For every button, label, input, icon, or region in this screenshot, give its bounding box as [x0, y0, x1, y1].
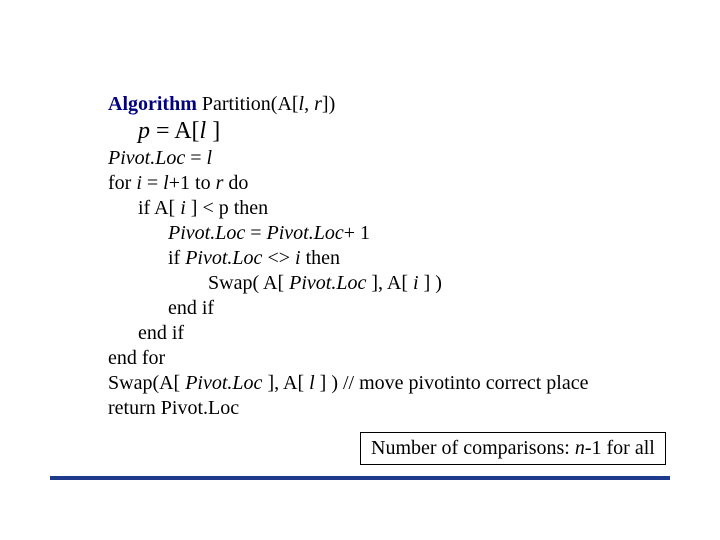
if2-then: then	[301, 247, 340, 269]
note-prefix: Number of comparisons:	[371, 437, 575, 459]
inc-lhs: Pivot.Loc	[168, 222, 245, 244]
if2-kw: if	[168, 247, 185, 269]
title-sep: ,	[304, 93, 314, 115]
return-val: Pivot.Loc	[161, 397, 239, 419]
p-var: p	[138, 118, 150, 144]
swap2-close: ] ) // move pivot	[315, 372, 450, 394]
swap1-mid: ], A[	[366, 272, 413, 294]
note-n: n	[575, 437, 585, 459]
return-kw: return	[108, 397, 161, 419]
pivotloc-lhs: Pivot.Loc	[108, 147, 185, 169]
comparison-note: Number of comparisons: n-1 for all	[360, 432, 666, 465]
swap2-mid: ], A[	[262, 372, 309, 394]
p-eq: = A[	[150, 118, 200, 144]
for-kw: for	[108, 172, 136, 194]
algorithm-block: Algorithm Partition(A[l, r]) p = A[l ] P…	[108, 92, 668, 421]
endfor: end for	[108, 346, 668, 371]
inc-rhs: Pivot.Loc	[267, 222, 344, 244]
inc-plus: + 1	[344, 222, 370, 244]
p-close: ]	[206, 118, 220, 144]
swap1-a: Pivot.Loc	[289, 272, 366, 294]
if-line-2: if Pivot.Loc <> i then	[168, 246, 668, 271]
if1-rest: ] < p then	[186, 197, 268, 219]
assign-pivotloc: Pivot.Loc = l	[108, 146, 668, 171]
slide: Algorithm Partition(A[l, r]) p = A[l ] P…	[0, 0, 720, 540]
title-var-r: r	[314, 93, 322, 115]
swap-final: Swap(A[ Pivot.Loc ], A[ l ] ) // move pi…	[108, 371, 668, 396]
title-open: Partition(A[	[197, 93, 299, 115]
if1-kw: if A[	[138, 197, 180, 219]
note-suffix: -1 for all	[585, 437, 655, 459]
endif-inner: end if	[168, 296, 668, 321]
endif-outer: end if	[138, 321, 668, 346]
swap1-close: ] )	[419, 272, 442, 294]
pivotloc-rhs: l	[207, 147, 213, 169]
for-plus1: +1 to	[169, 172, 216, 194]
for-eq: =	[142, 172, 163, 194]
assign-p: p = A[l ]	[138, 117, 668, 146]
algo-title: Algorithm Partition(A[l, r])	[108, 92, 668, 117]
swap-inner: Swap( A[ Pivot.Loc ], A[ i ] )	[208, 271, 668, 296]
inc-eq: =	[245, 222, 266, 244]
if2-lhs: Pivot.Loc	[185, 247, 262, 269]
swap2-tail: into correct place	[450, 372, 589, 394]
inc-line: Pivot.Loc = Pivot.Loc+ 1	[168, 221, 668, 246]
divider-rule	[50, 476, 670, 480]
pivotloc-eq: =	[185, 147, 206, 169]
swap1-pre: Swap( A[	[208, 272, 289, 294]
kw-algorithm: Algorithm	[108, 93, 197, 115]
if2-ne: <>	[262, 247, 295, 269]
for-line: for i = l+1 to r do	[108, 171, 668, 196]
return-line: return Pivot.Loc	[108, 396, 668, 421]
title-close: ])	[322, 93, 335, 115]
for-do: do	[223, 172, 248, 194]
swap2-a: Pivot.Loc	[185, 372, 262, 394]
if-line-1: if A[ i ] < p then	[138, 196, 668, 221]
swap2-pre: Swap(A[	[108, 372, 185, 394]
